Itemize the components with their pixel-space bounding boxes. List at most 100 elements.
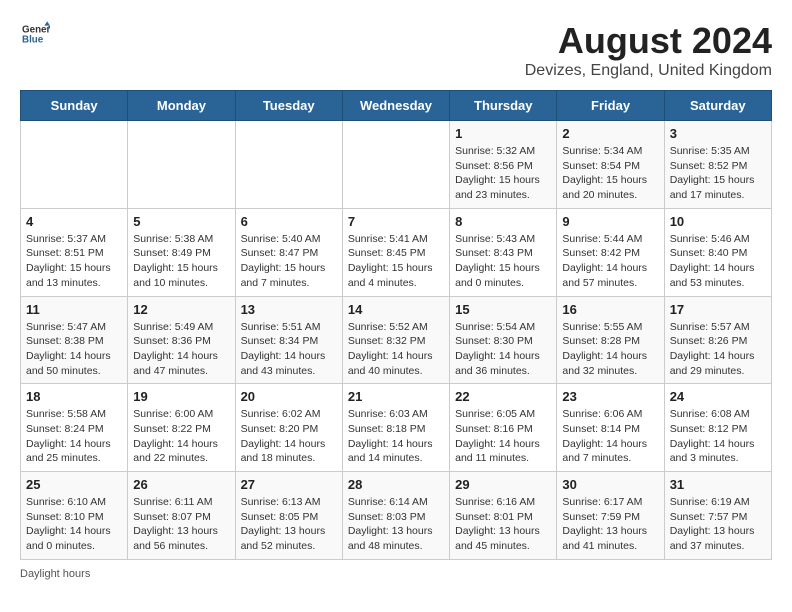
calendar-cell: 10Sunrise: 5:46 AM Sunset: 8:40 PM Dayli… xyxy=(664,208,771,296)
day-info: Sunrise: 5:38 AM Sunset: 8:49 PM Dayligh… xyxy=(133,232,229,291)
calendar-cell: 8Sunrise: 5:43 AM Sunset: 8:43 PM Daylig… xyxy=(450,208,557,296)
day-number: 17 xyxy=(670,302,766,317)
day-number: 7 xyxy=(348,214,444,229)
week-row-4: 18Sunrise: 5:58 AM Sunset: 8:24 PM Dayli… xyxy=(21,384,772,472)
day-info: Sunrise: 5:34 AM Sunset: 8:54 PM Dayligh… xyxy=(562,144,658,203)
calendar-cell xyxy=(235,121,342,209)
calendar-cell: 14Sunrise: 5:52 AM Sunset: 8:32 PM Dayli… xyxy=(342,296,449,384)
day-number: 19 xyxy=(133,389,229,404)
day-number: 18 xyxy=(26,389,122,404)
day-number: 9 xyxy=(562,214,658,229)
calendar-cell: 27 Sunrise: 6:13 AM Sunset: 8:05 PM Dayli… xyxy=(235,472,342,560)
day-number: 15 xyxy=(455,302,551,317)
day-number: 21 xyxy=(348,389,444,404)
day-number: 14 xyxy=(348,302,444,317)
calendar-cell xyxy=(342,121,449,209)
header-day-wednesday: Wednesday xyxy=(342,91,449,121)
day-info: Sunrise: 5:37 AM Sunset: 8:51 PM Dayligh… xyxy=(26,232,122,291)
day-number: 25 xyxy=(26,477,122,492)
day-info: Sunrise: 5:47 AM Sunset: 8:38 PM Dayligh… xyxy=(26,320,122,379)
calendar-cell: 17 Sunrise: 5:57 AM Sunset: 8:26 PM Dayli… xyxy=(664,296,771,384)
calendar-cell: 20 Sunrise: 6:02 AM Sunset: 8:20 PM Dayli… xyxy=(235,384,342,472)
calendar-cell: 1 Sunrise: 5:32 AM Sunset: 8:56 PM Daylig… xyxy=(450,121,557,209)
day-number: 2 xyxy=(562,126,658,141)
header-day-friday: Friday xyxy=(557,91,664,121)
title-area: August 2024 Devizes, England, United Kin… xyxy=(525,20,772,80)
calendar-cell: 2 Sunrise: 5:34 AM Sunset: 8:54 PM Daylig… xyxy=(557,121,664,209)
header-day-tuesday: Tuesday xyxy=(235,91,342,121)
calendar-cell: 7 Sunrise: 5:41 AM Sunset: 8:45 PM Daylig… xyxy=(342,208,449,296)
calendar-cell: 3Sunrise: 5:35 AM Sunset: 8:52 PM Daylig… xyxy=(664,121,771,209)
day-number: 27 xyxy=(241,477,337,492)
day-number: 22 xyxy=(455,389,551,404)
day-info: Sunrise: 5:44 AM Sunset: 8:42 PM Dayligh… xyxy=(562,232,658,291)
day-info: Sunrise: 6:08 AM Sunset: 8:12 PM Dayligh… xyxy=(670,407,766,466)
day-info: Sunrise: 5:43 AM Sunset: 8:43 PM Dayligh… xyxy=(455,232,551,291)
calendar-cell: 16 Sunrise: 5:55 AM Sunset: 8:28 PM Dayli… xyxy=(557,296,664,384)
day-number: 12 xyxy=(133,302,229,317)
calendar-cell: 4 Sunrise: 5:37 AM Sunset: 8:51 PM Daylig… xyxy=(21,208,128,296)
day-info: Sunrise: 5:49 AM Sunset: 8:36 PM Dayligh… xyxy=(133,320,229,379)
day-number: 4 xyxy=(26,214,122,229)
day-info: Sunrise: 6:13 AM Sunset: 8:05 PM Dayligh… xyxy=(241,495,337,554)
calendar-title: August 2024 xyxy=(525,20,772,62)
day-number: 24 xyxy=(670,389,766,404)
header-day-thursday: Thursday xyxy=(450,91,557,121)
day-number: 16 xyxy=(562,302,658,317)
calendar-header: SundayMondayTuesdayWednesdayThursdayFrid… xyxy=(21,91,772,121)
calendar-cell: 25 Sunrise: 6:10 AM Sunset: 8:10 PM Dayli… xyxy=(21,472,128,560)
calendar-cell: 18Sunrise: 5:58 AM Sunset: 8:24 PM Dayli… xyxy=(21,384,128,472)
calendar-cell: 19Sunrise: 6:00 AM Sunset: 8:22 PM Dayli… xyxy=(128,384,235,472)
calendar-cell: 12 Sunrise: 5:49 AM Sunset: 8:36 PM Dayli… xyxy=(128,296,235,384)
calendar-cell xyxy=(21,121,128,209)
header-row: SundayMondayTuesdayWednesdayThursdayFrid… xyxy=(21,91,772,121)
header-day-sunday: Sunday xyxy=(21,91,128,121)
calendar-cell: 22 Sunrise: 6:05 AM Sunset: 8:16 PM Dayli… xyxy=(450,384,557,472)
logo: General Blue xyxy=(20,20,50,53)
calendar-subtitle: Devizes, England, United Kingdom xyxy=(525,62,772,80)
day-number: 26 xyxy=(133,477,229,492)
calendar-cell: 11 Sunrise: 5:47 AM Sunset: 8:38 PM Dayli… xyxy=(21,296,128,384)
day-number: 11 xyxy=(26,302,122,317)
day-info: Sunrise: 5:55 AM Sunset: 8:28 PM Dayligh… xyxy=(562,320,658,379)
day-number: 29 xyxy=(455,477,551,492)
week-row-2: 4 Sunrise: 5:37 AM Sunset: 8:51 PM Daylig… xyxy=(21,208,772,296)
day-info: Sunrise: 6:17 AM Sunset: 7:59 PM Dayligh… xyxy=(562,495,658,554)
day-info: Sunrise: 6:14 AM Sunset: 8:03 PM Dayligh… xyxy=(348,495,444,554)
day-number: 6 xyxy=(241,214,337,229)
header-day-monday: Monday xyxy=(128,91,235,121)
calendar-cell: 15Sunrise: 5:54 AM Sunset: 8:30 PM Dayli… xyxy=(450,296,557,384)
day-info: Sunrise: 6:11 AM Sunset: 8:07 PM Dayligh… xyxy=(133,495,229,554)
calendar-cell xyxy=(128,121,235,209)
day-info: Sunrise: 6:05 AM Sunset: 8:16 PM Dayligh… xyxy=(455,407,551,466)
day-info: Sunrise: 6:16 AM Sunset: 8:01 PM Dayligh… xyxy=(455,495,551,554)
calendar-cell: 31Sunrise: 6:19 AM Sunset: 7:57 PM Dayli… xyxy=(664,472,771,560)
day-info: Sunrise: 5:41 AM Sunset: 8:45 PM Dayligh… xyxy=(348,232,444,291)
day-number: 1 xyxy=(455,126,551,141)
day-info: Sunrise: 6:06 AM Sunset: 8:14 PM Dayligh… xyxy=(562,407,658,466)
day-info: Sunrise: 6:02 AM Sunset: 8:20 PM Dayligh… xyxy=(241,407,337,466)
header-day-saturday: Saturday xyxy=(664,91,771,121)
calendar-cell: 26 Sunrise: 6:11 AM Sunset: 8:07 PM Dayli… xyxy=(128,472,235,560)
day-number: 20 xyxy=(241,389,337,404)
footer-note: Daylight hours xyxy=(20,568,772,580)
calendar-cell: 24 Sunrise: 6:08 AM Sunset: 8:12 PM Dayli… xyxy=(664,384,771,472)
svg-text:Blue: Blue xyxy=(22,34,44,45)
day-number: 5 xyxy=(133,214,229,229)
calendar-cell: 30Sunrise: 6:17 AM Sunset: 7:59 PM Dayli… xyxy=(557,472,664,560)
calendar-table: SundayMondayTuesdayWednesdayThursdayFrid… xyxy=(20,90,772,560)
day-info: Sunrise: 5:32 AM Sunset: 8:56 PM Dayligh… xyxy=(455,144,551,203)
calendar-cell: 29 Sunrise: 6:16 AM Sunset: 8:01 PM Dayli… xyxy=(450,472,557,560)
logo-icon: General Blue xyxy=(22,20,50,48)
day-number: 13 xyxy=(241,302,337,317)
day-number: 28 xyxy=(348,477,444,492)
calendar-cell: 5 Sunrise: 5:38 AM Sunset: 8:49 PM Daylig… xyxy=(128,208,235,296)
day-info: Sunrise: 6:10 AM Sunset: 8:10 PM Dayligh… xyxy=(26,495,122,554)
day-info: Sunrise: 6:19 AM Sunset: 7:57 PM Dayligh… xyxy=(670,495,766,554)
day-info: Sunrise: 5:35 AM Sunset: 8:52 PM Dayligh… xyxy=(670,144,766,203)
calendar-cell: 28 Sunrise: 6:14 AM Sunset: 8:03 PM Dayli… xyxy=(342,472,449,560)
day-info: Sunrise: 5:57 AM Sunset: 8:26 PM Dayligh… xyxy=(670,320,766,379)
calendar-cell: 13Sunrise: 5:51 AM Sunset: 8:34 PM Dayli… xyxy=(235,296,342,384)
header: General Blue August 2024 Devizes, Englan… xyxy=(20,20,772,80)
day-info: Sunrise: 5:46 AM Sunset: 8:40 PM Dayligh… xyxy=(670,232,766,291)
